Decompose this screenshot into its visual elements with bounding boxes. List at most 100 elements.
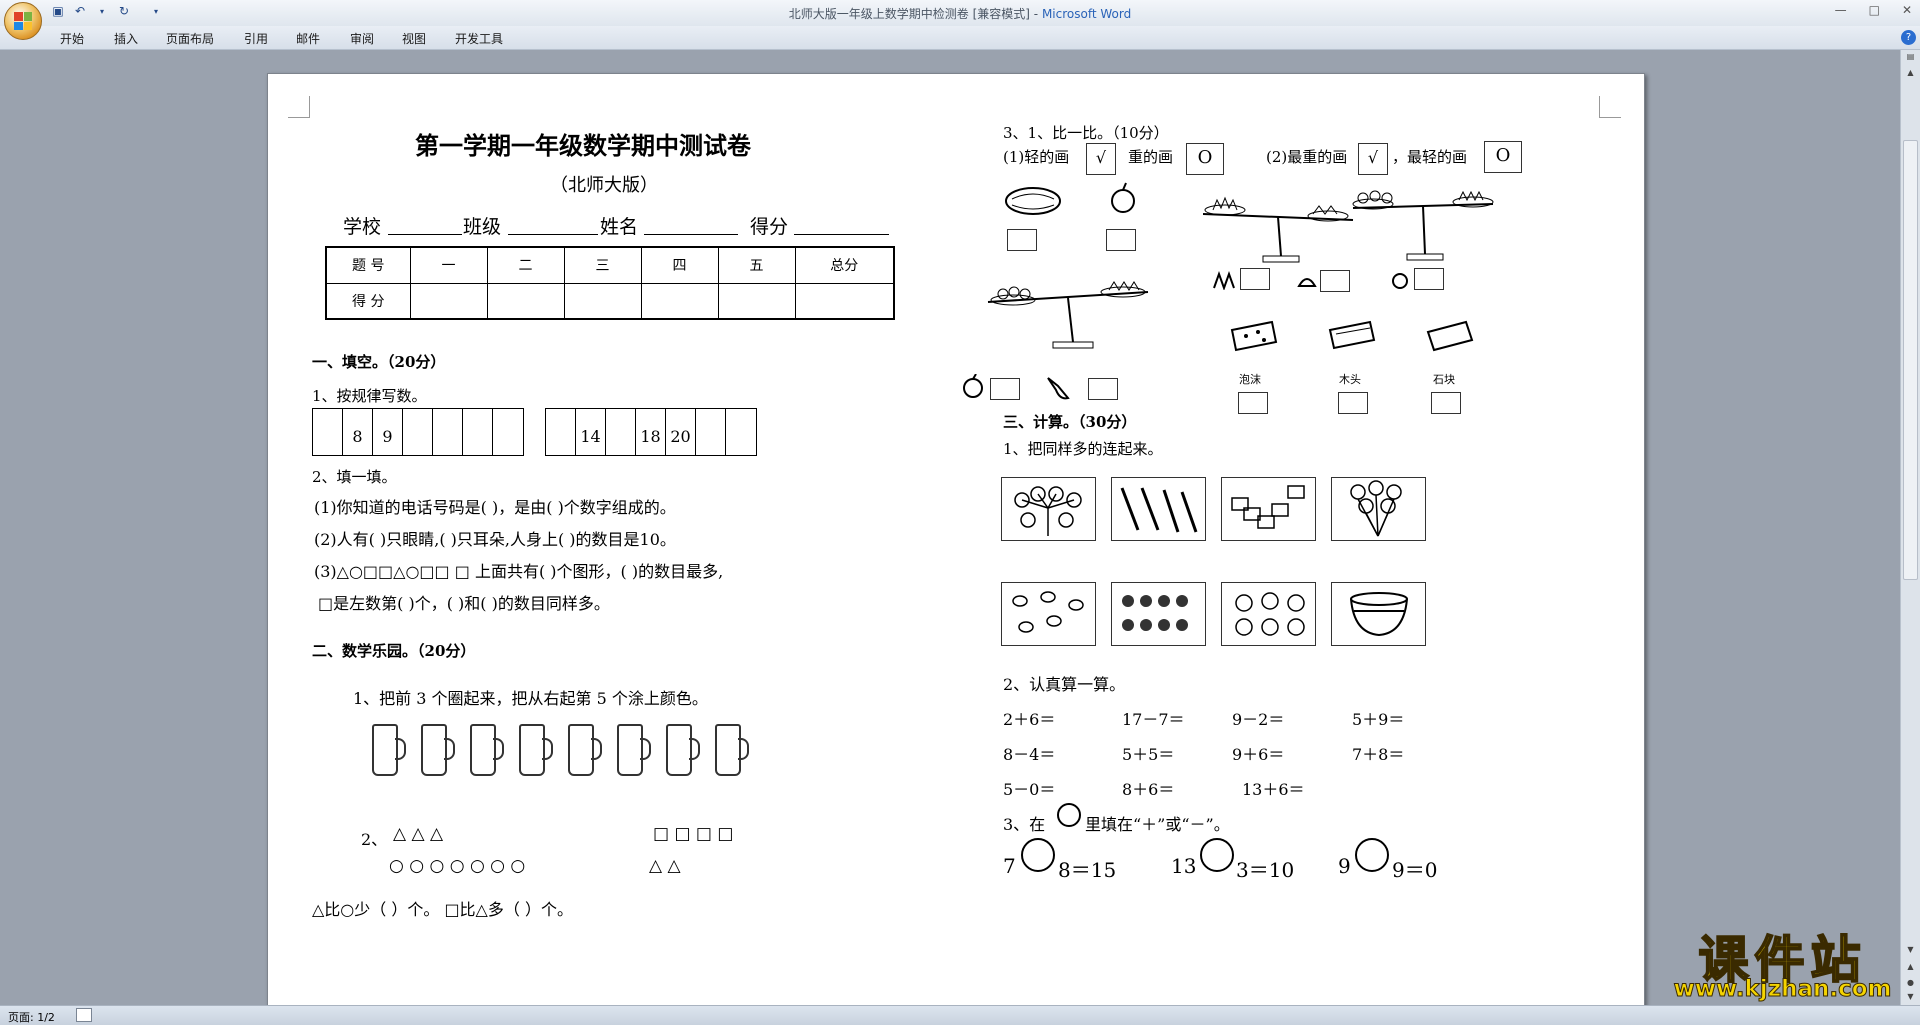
maximize-icon[interactable]: □ bbox=[1869, 3, 1880, 17]
flowers-picture bbox=[1001, 582, 1096, 646]
score-value-cell[interactable] bbox=[794, 282, 895, 320]
s1-q1-text: 1、按规律写数。 bbox=[312, 387, 427, 405]
s3-q2-text: 2、认真算一算。 bbox=[1003, 675, 1126, 694]
ribbon-tabs: 开始 插入 页面布局 引用 邮件 审阅 视图 开发工具 ? bbox=[0, 26, 1920, 50]
sequence-cell[interactable] bbox=[493, 409, 523, 455]
answer-box[interactable] bbox=[1238, 392, 1268, 414]
sequence-cell[interactable]: 18 bbox=[636, 409, 666, 455]
cup-image bbox=[519, 724, 553, 776]
answer-box[interactable] bbox=[1414, 268, 1444, 290]
tab-developer[interactable]: 开发工具 bbox=[455, 30, 503, 47]
triangle-row: △ △ △ bbox=[393, 824, 444, 844]
s1-q2-text: 2、填一填。 bbox=[312, 468, 397, 486]
app-name: Microsoft Word bbox=[1041, 7, 1132, 21]
strawberries-picture bbox=[1111, 582, 1206, 646]
operator-circle-icon bbox=[1057, 803, 1081, 827]
office-button[interactable] bbox=[4, 2, 42, 40]
cup-image bbox=[568, 724, 602, 776]
answer-box[interactable] bbox=[1007, 229, 1037, 251]
page-indicator[interactable]: 页面: 1/2 bbox=[8, 1009, 55, 1025]
circle-box: O bbox=[1484, 141, 1522, 173]
sequence-cell[interactable]: 9 bbox=[373, 409, 403, 455]
score-header-cell: 四 bbox=[640, 246, 719, 284]
equation-operand: 7 bbox=[1003, 854, 1016, 878]
score-value-cell[interactable] bbox=[486, 282, 565, 320]
ruler-toggle-icon[interactable]: ▤ bbox=[1903, 52, 1918, 66]
score-value-cell[interactable] bbox=[717, 282, 796, 320]
answer-box[interactable] bbox=[1431, 392, 1461, 414]
info-name-label: 姓名 bbox=[600, 216, 639, 238]
section-2-heading: 二、数学乐园。（20分） bbox=[312, 642, 476, 660]
answer-box[interactable] bbox=[1106, 229, 1136, 251]
answer-box[interactable] bbox=[1240, 268, 1270, 290]
calc-item: 2＋6＝ bbox=[1003, 710, 1056, 729]
close-icon[interactable]: ✕ bbox=[1902, 3, 1912, 17]
score-table-header-row: 题 号 一 二 三 四 五 总分 bbox=[325, 246, 895, 284]
score-value-cell[interactable] bbox=[563, 282, 642, 320]
calc-item: 13＋6＝ bbox=[1242, 780, 1305, 799]
vertical-scrollbar[interactable]: ▤ ▲ ▼ ▲ ● ▼ bbox=[1900, 50, 1920, 1005]
answer-box[interactable] bbox=[1088, 378, 1118, 400]
score-value-cell[interactable] bbox=[640, 282, 719, 320]
sequence-cell[interactable] bbox=[726, 409, 756, 455]
sequence-cell[interactable]: 14 bbox=[576, 409, 606, 455]
label-foam: 泡沫 bbox=[1239, 373, 1261, 386]
score-value-cell[interactable]: 得 分 bbox=[325, 282, 411, 320]
minimize-icon[interactable]: — bbox=[1835, 3, 1847, 17]
label-stone: 石块 bbox=[1433, 373, 1455, 386]
balloons-picture bbox=[1331, 477, 1426, 541]
watermark-logo: 课件站 www.kjzhan.com bbox=[1655, 920, 1910, 1005]
score-value-cell[interactable] bbox=[409, 282, 488, 320]
equation-rest: 8＝15 bbox=[1058, 858, 1117, 882]
circle-row: ○ ○ ○ ○ ○ ○ ○ bbox=[389, 856, 526, 876]
tab-view[interactable]: 视图 bbox=[402, 30, 426, 47]
sequence-cell[interactable] bbox=[403, 409, 433, 455]
help-icon[interactable]: ? bbox=[1901, 30, 1916, 45]
window-title: 北师大版一年级上数学期中检测卷 [兼容模式] - Microsoft Word bbox=[0, 5, 1920, 22]
sequence-cell[interactable] bbox=[696, 409, 726, 455]
doc-title: 第一学期一年级数学期中测试卷 bbox=[415, 131, 751, 160]
sequence-cell[interactable]: 20 bbox=[666, 409, 696, 455]
answer-box[interactable] bbox=[1320, 270, 1350, 292]
tab-insert[interactable]: 插入 bbox=[114, 30, 138, 47]
answer-box[interactable] bbox=[1338, 392, 1368, 414]
knives-picture bbox=[1111, 477, 1206, 541]
tab-page-layout[interactable]: 页面布局 bbox=[166, 30, 214, 47]
s2-q1-text: 1、把前 3 个圈起来，把从右起第 5 个涂上颜色。 bbox=[353, 689, 708, 708]
score-header-cell: 题 号 bbox=[325, 246, 411, 284]
calc-item: 5＋5＝ bbox=[1122, 745, 1175, 764]
equation-operand: 13 bbox=[1171, 854, 1197, 878]
operator-blank-circle[interactable] bbox=[1355, 838, 1389, 872]
tab-references[interactable]: 引用 bbox=[244, 30, 268, 47]
scrollbar-thumb[interactable] bbox=[1903, 140, 1918, 580]
sequence-cell[interactable] bbox=[606, 409, 636, 455]
sequence-cell[interactable] bbox=[463, 409, 493, 455]
answer-box[interactable] bbox=[990, 378, 1020, 400]
sequence-cell[interactable]: 8 bbox=[343, 409, 373, 455]
equation-operand: 9 bbox=[1338, 854, 1351, 878]
proofing-icon[interactable] bbox=[76, 1008, 92, 1022]
sequence-cell[interactable] bbox=[546, 409, 576, 455]
status-bar: 页面: 1/2 bbox=[0, 1005, 1920, 1025]
operator-blank-circle[interactable] bbox=[1200, 838, 1234, 872]
tab-review[interactable]: 审阅 bbox=[350, 30, 374, 47]
document-name: 北师大版一年级上数学期中检测卷 [兼容模式] bbox=[788, 7, 1030, 21]
number-sequence-2: 14 18 20 bbox=[545, 408, 757, 456]
calc-item: 9＋6＝ bbox=[1232, 745, 1285, 764]
scroll-up-icon[interactable]: ▲ bbox=[1903, 68, 1918, 82]
cup-image bbox=[715, 724, 749, 776]
operator-blank-circle[interactable] bbox=[1021, 838, 1055, 872]
lollipops-picture bbox=[1001, 477, 1096, 541]
calc-item: 5＋9＝ bbox=[1352, 710, 1405, 729]
tab-home[interactable]: 开始 bbox=[60, 30, 84, 47]
number-sequence-1: 8 9 bbox=[312, 408, 524, 456]
window-controls: — □ ✕ bbox=[1835, 3, 1912, 17]
apple-icon bbox=[963, 374, 983, 398]
tab-mailings[interactable]: 邮件 bbox=[296, 30, 320, 47]
sequence-cell[interactable] bbox=[433, 409, 463, 455]
document-page[interactable]: 第一学期一年级数学期中测试卷 （北师大版） 学校 班级 姓名 得分 题 号 一 … bbox=[267, 73, 1645, 1013]
score-header-cell: 一 bbox=[409, 246, 488, 284]
s2-q2-label: 2、 bbox=[361, 830, 388, 849]
sequence-cell[interactable] bbox=[313, 409, 343, 455]
circle-box: O bbox=[1186, 143, 1224, 175]
